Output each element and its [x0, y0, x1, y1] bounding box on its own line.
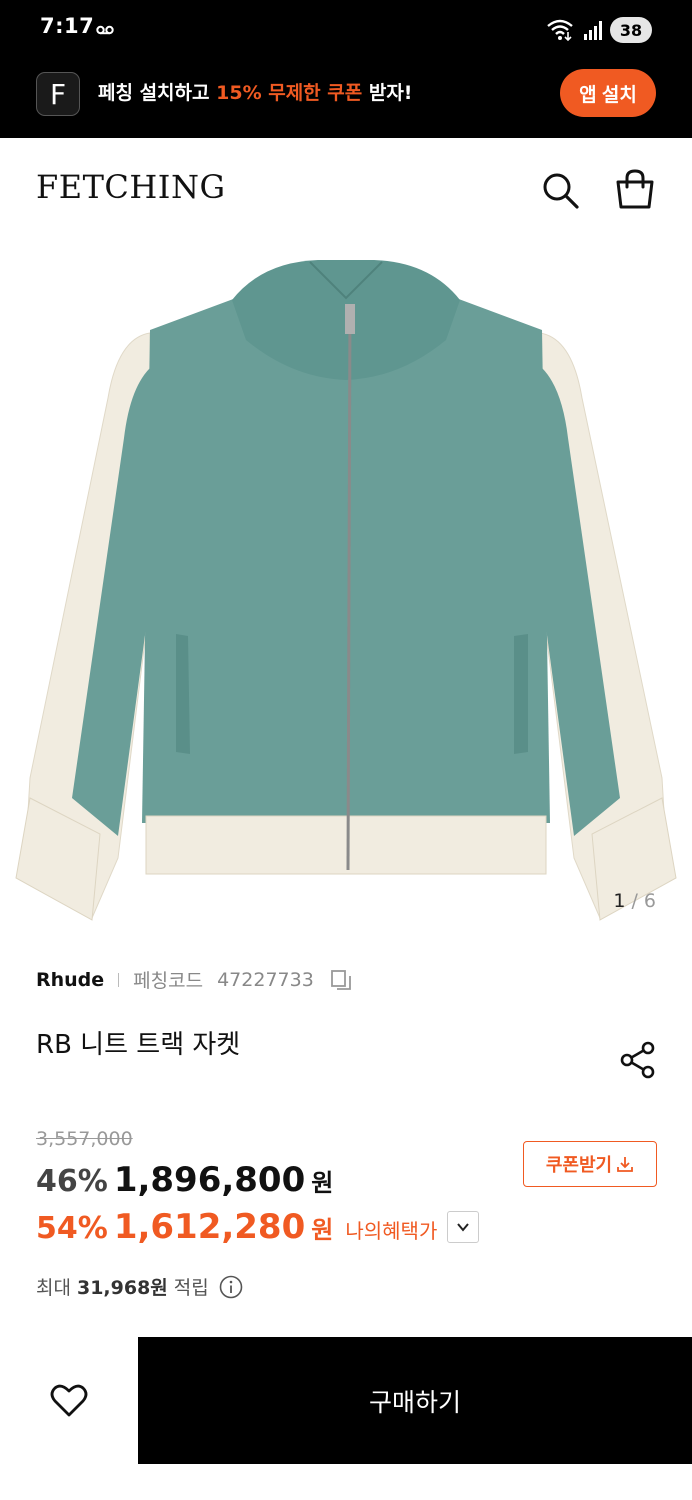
chevron-down-icon [457, 1223, 470, 1232]
buy-button[interactable]: 구매하기 [138, 1337, 692, 1464]
coupon-label: 쿠폰받기 [545, 1155, 613, 1175]
reward-points-row: 최대 31,968원 적립 [36, 1273, 243, 1300]
fetching-logo[interactable]: FETCHING [36, 168, 226, 206]
app-logo: F [36, 72, 80, 116]
download-icon [617, 1157, 634, 1172]
search-icon[interactable] [540, 170, 580, 210]
product-image [15, 260, 677, 921]
app-install-banner: F 페칭 설치하고 15% 무제한 쿠폰 받자! 앱 설치 [0, 58, 692, 138]
status-bar: 7:17 38 [0, 0, 692, 58]
brand-name[interactable]: Rhude [36, 969, 104, 991]
sale-price: 1,896,800 [113, 1160, 306, 1200]
status-indicators: 38 [546, 16, 652, 44]
wishlist-button[interactable] [0, 1337, 138, 1464]
header: FETCHING [0, 138, 692, 238]
shopping-bag-icon[interactable] [614, 168, 656, 210]
promo-text-highlight: 15% 무제한 쿠폰 [216, 82, 363, 104]
install-app-button[interactable]: 앱 설치 [560, 69, 656, 117]
promo-text-before: 페칭 설치하고 [98, 82, 217, 104]
benefit-price-currency: 원 [311, 1216, 334, 1244]
promo-text: 페칭 설치하고 15% 무제한 쿠폰 받자! [98, 78, 412, 105]
benefit-percent: 54% [36, 1211, 108, 1246]
share-icon[interactable] [618, 1040, 658, 1080]
product-code: 47227733 [217, 968, 314, 991]
status-time: 7:17 [40, 14, 95, 38]
benefit-price: 1,612,280 [113, 1207, 306, 1247]
benefit-label: 나의혜택가 [345, 1219, 438, 1243]
product-title: RB 니트 트랙 자켓 [36, 1030, 241, 1060]
points-prefix: 최대 [36, 1277, 71, 1299]
get-coupon-button[interactable]: 쿠폰받기 [523, 1141, 657, 1187]
copy-icon[interactable] [330, 969, 352, 991]
points-suffix: 적립 [173, 1277, 209, 1299]
brand-row: Rhude 페칭코드 47227733 [36, 966, 352, 993]
heart-icon [50, 1384, 88, 1416]
wifi-icon [547, 19, 573, 42]
benefit-expand-button[interactable] [447, 1211, 480, 1243]
points-value: 31,968원 [76, 1277, 168, 1299]
promo-text-after: 받자! [362, 82, 413, 104]
original-price: 3,557,000 [36, 1128, 133, 1150]
image-counter: 1 / 6 [613, 890, 656, 912]
signal-icon [584, 21, 602, 40]
battery-indicator: 38 [610, 17, 652, 43]
sale-price-row: 46% 1,896,800 원 [36, 1160, 333, 1200]
product-code-label: 페칭코드 [133, 970, 204, 992]
bottom-action-bar: 구매하기 [0, 1337, 692, 1464]
product-image-gallery[interactable]: 1 / 6 [0, 238, 692, 938]
benefit-price-row: 54% 1,612,280 원 나의혜택가 [36, 1207, 480, 1247]
image-counter-current: 1 [613, 890, 626, 912]
image-counter-separator: / [631, 890, 638, 912]
brand-separator [118, 972, 120, 987]
image-counter-total: 6 [643, 890, 656, 912]
info-icon[interactable] [219, 1275, 243, 1299]
sale-price-currency: 원 [311, 1169, 334, 1197]
discount-percent: 46% [36, 1164, 108, 1199]
voicemail-icon [96, 25, 114, 35]
